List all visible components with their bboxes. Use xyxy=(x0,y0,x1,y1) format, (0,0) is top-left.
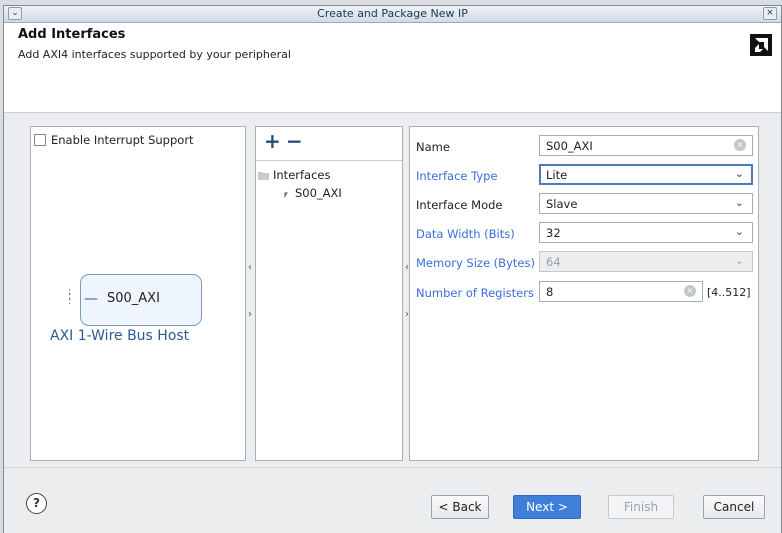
interrupt-checkbox[interactable] xyxy=(34,134,46,146)
chevron-down-icon: ⌄ xyxy=(734,167,744,180)
finish-button: Finish xyxy=(608,495,674,519)
interface-type-select[interactable]: Lite ⌄ xyxy=(539,164,753,185)
page-title: Add Interfaces xyxy=(18,27,126,42)
tree-item-s00-axi[interactable]: S00_AXI xyxy=(295,186,342,200)
expand-right-icon[interactable]: › xyxy=(248,309,252,320)
ip-port-handle-icon: ::: xyxy=(68,286,72,307)
dialog-window: ⌄ Create and Package New IP × Add Interf… xyxy=(3,5,782,533)
name-value: S00_AXI xyxy=(546,139,593,153)
help-button[interactable]: ? xyxy=(26,493,47,514)
name-label: Name xyxy=(416,140,450,154)
remove-interface-button[interactable]: − xyxy=(286,129,303,153)
num-registers-value: 8 xyxy=(546,285,554,299)
data-width-select[interactable]: 32 ⌄ xyxy=(539,222,753,243)
title-bar: ⌄ Create and Package New IP × xyxy=(4,6,781,23)
chevron-down-icon: ⌄ xyxy=(734,196,744,209)
chevron-down-icon: ⌄ xyxy=(734,254,744,267)
interface-type-value: Lite xyxy=(546,168,568,182)
collapse-left-icon[interactable]: ‹ xyxy=(248,262,252,273)
cancel-button[interactable]: Cancel xyxy=(703,495,765,519)
interface-mode-value: Slave xyxy=(546,197,578,211)
name-input[interactable]: S00_AXI × xyxy=(539,135,753,156)
amd-logo-icon xyxy=(750,34,772,56)
memory-size-value: 64 xyxy=(546,255,561,269)
add-interface-button[interactable]: + xyxy=(264,129,281,153)
interface-mode-select[interactable]: Slave ⌄ xyxy=(539,193,753,214)
data-width-value: 32 xyxy=(546,226,561,240)
close-icon[interactable]: × xyxy=(763,7,777,20)
chevron-down-icon: ⌄ xyxy=(734,225,744,238)
toolbar-divider xyxy=(256,160,402,161)
num-registers-label: Number of Registers xyxy=(416,286,534,300)
num-registers-input[interactable]: 8 × xyxy=(539,281,703,302)
next-button[interactable]: Next > xyxy=(513,495,581,519)
ip-name-label: AXI 1-Wire Bus Host xyxy=(50,328,190,344)
bus-interface-icon: ⎖ xyxy=(281,187,291,201)
window-title: Create and Package New IP xyxy=(317,7,468,20)
folder-icon xyxy=(258,172,269,180)
back-button[interactable]: < Back xyxy=(431,495,489,519)
clear-name-icon[interactable]: × xyxy=(734,139,746,151)
clear-registers-icon[interactable]: × xyxy=(684,285,696,297)
page-subtitle: Add AXI4 interfaces supported by your pe… xyxy=(18,48,291,61)
memory-size-select: 64 ⌄ xyxy=(539,251,753,272)
ip-port-line-icon: — xyxy=(84,291,98,307)
interface-type-label: Interface Type xyxy=(416,169,498,183)
ip-port-label: S00_AXI xyxy=(107,291,160,306)
num-registers-range: [4..512] xyxy=(707,286,751,299)
memory-size-label: Memory Size (Bytes) xyxy=(416,256,535,270)
data-width-label: Data Width (Bits) xyxy=(416,227,515,241)
interface-mode-label: Interface Mode xyxy=(416,198,503,212)
interrupt-label: Enable Interrupt Support xyxy=(51,133,194,147)
tree-root-interfaces[interactable]: Interfaces xyxy=(273,168,330,182)
